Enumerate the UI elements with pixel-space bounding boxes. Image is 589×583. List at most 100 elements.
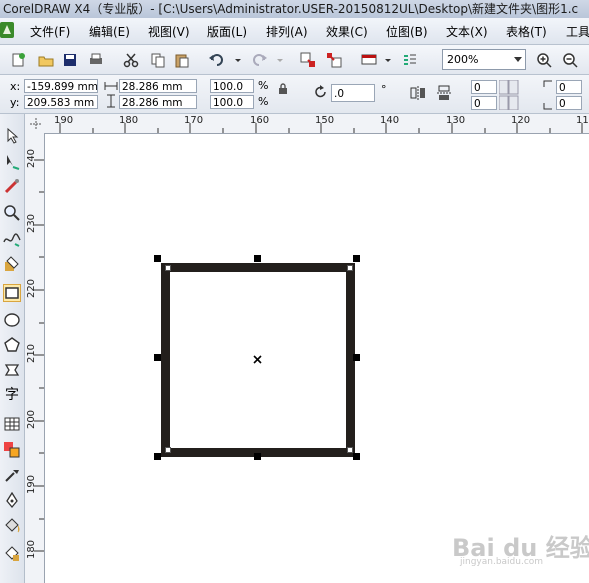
redo-dropdown-icon[interactable] — [276, 52, 292, 68]
v-tick-210: 210 — [26, 343, 38, 364]
v-tick-220: 220 — [26, 278, 38, 299]
cut-icon[interactable] — [123, 52, 139, 68]
menu-tools[interactable]: 工具 — [566, 23, 589, 40]
zoom-out-icon[interactable] — [562, 52, 578, 68]
width-icon — [104, 80, 118, 94]
zoom-tool-icon[interactable] — [3, 204, 21, 222]
import-icon[interactable] — [300, 52, 316, 68]
corner-top-left-field[interactable]: 0 — [471, 80, 497, 94]
zoom-level-combo[interactable]: 200% — [442, 49, 526, 70]
corner-node-bottom-left[interactable] — [165, 447, 171, 453]
handle-bottom-center[interactable] — [254, 453, 261, 460]
menu-table[interactable]: 表格(T) — [506, 23, 547, 40]
lock-ratio-icon[interactable] — [278, 83, 288, 98]
vertical-ruler[interactable]: 240 230 220 210 200 190 180 — [25, 133, 45, 583]
toolbox: 字 — [0, 114, 25, 583]
zoom-dropdown-icon[interactable] — [514, 57, 522, 62]
save-icon[interactable] — [62, 52, 78, 68]
corner-spin-top-icon[interactable] — [498, 79, 519, 113]
v-tick-200: 200 — [26, 409, 38, 430]
title-bar: CorelDRAW X4（专业版）- [C:\Users\Administrat… — [0, 0, 589, 18]
menu-edit[interactable]: 编辑(E) — [89, 23, 130, 40]
handle-top-center[interactable] — [254, 255, 261, 262]
menu-layout[interactable]: 版面(L) — [207, 23, 247, 40]
print-icon[interactable] — [88, 52, 104, 68]
degree-symbol: ° — [381, 83, 387, 96]
app-launcher-icon[interactable] — [402, 52, 418, 68]
scale-x-percent: % — [258, 79, 269, 92]
menu-arrange[interactable]: 排列(A) — [266, 23, 308, 40]
menu-bar: 文件(F) 编辑(E) 视图(V) 版面(L) 排列(A) 效果(C) 位图(B… — [0, 18, 589, 45]
fill-tool-icon[interactable] — [3, 517, 21, 535]
handle-middle-right[interactable] — [353, 354, 360, 361]
pick-tool-icon[interactable] — [3, 127, 21, 145]
mirror-vertical-icon[interactable] — [436, 85, 452, 104]
h-tick-180: 180 — [119, 115, 139, 126]
menu-bitmaps[interactable]: 位图(B) — [386, 23, 428, 40]
rotation-field[interactable]: .0 — [331, 84, 375, 102]
menu-view[interactable]: 视图(V) — [148, 23, 190, 40]
corner-top-right-field[interactable]: 0 — [556, 80, 582, 94]
interactive-tool-icon[interactable] — [3, 441, 21, 459]
basic-shapes-icon[interactable] — [3, 361, 21, 379]
scale-x-field[interactable]: 100.0 — [210, 79, 254, 93]
horizontal-ruler[interactable]: 190 180 170 160 150 140 130 120 110 — [25, 114, 589, 134]
handle-bottom-left[interactable] — [154, 453, 161, 460]
menu-file[interactable]: 文件(F) — [30, 23, 70, 40]
corner-node-top-right[interactable] — [347, 265, 353, 271]
width-field[interactable]: 28.286 mm — [119, 79, 197, 93]
publish-pdf-icon[interactable] — [361, 52, 377, 68]
undo-dropdown-icon[interactable] — [234, 52, 250, 68]
open-icon[interactable] — [38, 52, 54, 68]
polygon-tool-icon[interactable] — [3, 336, 21, 354]
height-field[interactable]: 28.286 mm — [119, 95, 197, 109]
center-x-icon — [253, 353, 262, 367]
property-bar: x: -159.899 mm y: 209.583 mm 28.286 mm 2… — [0, 75, 589, 114]
handle-bottom-right[interactable] — [353, 453, 360, 460]
drawing-canvas[interactable] — [45, 134, 589, 583]
window-title: CorelDRAW X4（专业版）- [C:\Users\Administrat… — [3, 2, 579, 16]
undo-icon[interactable] — [209, 52, 225, 68]
rectangle-tool-icon[interactable] — [3, 284, 21, 302]
handle-middle-left[interactable] — [154, 354, 161, 361]
v-tick-230: 230 — [26, 213, 38, 234]
mirror-horizontal-icon[interactable] — [410, 85, 426, 104]
corner-bottom-right-field[interactable]: 0 — [556, 96, 582, 110]
export-icon[interactable] — [326, 52, 342, 68]
corner-node-bottom-right[interactable] — [347, 447, 353, 453]
publish-dropdown-icon[interactable] — [384, 52, 400, 68]
freehand-tool-icon[interactable] — [3, 230, 21, 248]
new-icon[interactable] — [10, 52, 26, 68]
corner-node-top-left[interactable] — [165, 265, 171, 271]
handle-top-left[interactable] — [154, 255, 161, 262]
smart-fill-icon[interactable] — [3, 255, 21, 273]
h-tick-120: 120 — [511, 115, 531, 126]
v-tick-190: 190 — [26, 474, 38, 495]
redo-icon[interactable] — [251, 52, 267, 68]
interactive-fill-icon[interactable] — [3, 544, 21, 562]
zoom-level-value: 200% — [447, 53, 479, 66]
handle-top-right[interactable] — [353, 255, 360, 262]
shape-tool-icon[interactable] — [3, 153, 21, 171]
text-tool-icon[interactable]: 字 — [3, 386, 21, 404]
copy-icon[interactable] — [150, 52, 166, 68]
eyedropper-icon[interactable] — [3, 466, 21, 484]
zoom-in-icon[interactable] — [536, 52, 552, 68]
menu-text[interactable]: 文本(X) — [446, 23, 488, 40]
crop-tool-icon[interactable] — [3, 178, 21, 196]
paste-icon[interactable] — [174, 52, 190, 68]
table-tool-icon[interactable] — [3, 415, 21, 433]
h-tick-110: 110 — [576, 115, 589, 126]
corner-bottom-left-field[interactable]: 0 — [471, 96, 497, 110]
h-tick-150: 150 — [315, 115, 335, 126]
corner-bracket-icon — [540, 79, 556, 114]
app-menu-icon[interactable] — [0, 22, 14, 38]
outline-pen-icon[interactable] — [3, 491, 21, 510]
y-position-field[interactable]: 209.583 mm — [24, 95, 98, 109]
menu-effects[interactable]: 效果(C) — [326, 23, 368, 40]
h-tick-140: 140 — [380, 115, 400, 126]
x-position-field[interactable]: -159.899 mm — [24, 79, 98, 93]
baidu-watermark-url: jingyan.baidu.com — [460, 557, 544, 567]
ellipse-tool-icon[interactable] — [3, 311, 21, 329]
scale-y-field[interactable]: 100.0 — [210, 95, 254, 109]
